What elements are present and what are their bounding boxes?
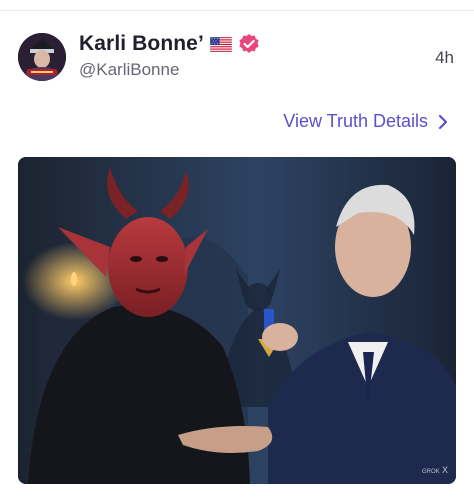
view-truth-details-label[interactable]: View Truth Details — [283, 111, 428, 132]
us-flag-icon — [209, 36, 232, 52]
xai-logo-icon: X — [442, 465, 448, 475]
author-name-row[interactable]: Karli Bonne’ — [79, 30, 260, 58]
author-display-name[interactable]: Karli Bonne’ — [79, 32, 204, 56]
truth-post: Karli Bonne’ @KarliBonne 4h View Truth D… — [0, 0, 474, 500]
chevron-right-icon — [438, 114, 448, 129]
divider — [0, 10, 474, 11]
author-handle[interactable]: @KarliBonne — [79, 60, 179, 80]
post-image[interactable]: GROK X — [18, 157, 456, 484]
view-truth-details-link[interactable]: View Truth Details — [283, 111, 448, 132]
verified-badge-icon — [239, 34, 259, 53]
post-timestamp: 4h — [435, 48, 454, 67]
image-watermark: GROK — [422, 469, 440, 475]
avatar[interactable] — [18, 33, 66, 81]
